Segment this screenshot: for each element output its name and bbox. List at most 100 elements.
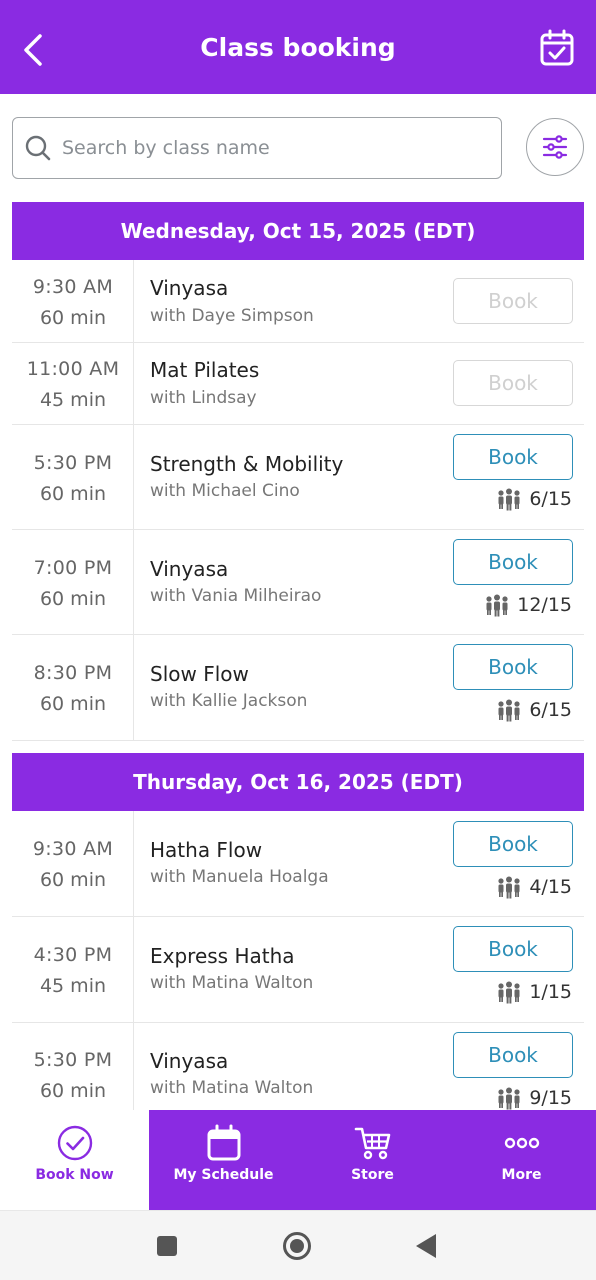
- class-instructor: with Manuela Hoalga: [150, 867, 329, 887]
- class-instructor: with Matina Walton: [150, 1078, 314, 1098]
- capacity-count: 6/15: [529, 488, 572, 510]
- class-row: 7:00 PM 60 min Vinyasa with Vania Milhei…: [12, 530, 584, 635]
- capacity-indicator: 9/15: [496, 1086, 572, 1110]
- book-button[interactable]: Book: [453, 539, 573, 585]
- time-column: [12, 917, 134, 1022]
- recent-apps-button[interactable]: [156, 1235, 178, 1261]
- class-row: 4:30 PM 45 min Express Hatha with Matina…: [12, 917, 584, 1023]
- search-input[interactable]: [62, 137, 482, 159]
- capacity-count: 12/15: [517, 594, 572, 616]
- time-column: [12, 260, 134, 342]
- class-time: 11:00 AM: [26, 358, 120, 380]
- home-circle-icon: [283, 1232, 311, 1260]
- system-nav-bar: [0, 1210, 596, 1280]
- book-button[interactable]: Book: [453, 644, 573, 690]
- tab-label: My Schedule: [173, 1167, 274, 1183]
- class-name: Express Hatha: [150, 944, 295, 968]
- capacity-count: 1/15: [529, 981, 572, 1003]
- class-duration: 60 min: [39, 588, 107, 610]
- people-icon: [498, 488, 520, 511]
- class-time: 5:30 PM: [33, 1049, 113, 1071]
- people-icon: [486, 594, 508, 617]
- book-button[interactable]: Book: [453, 1032, 573, 1078]
- search-icon: [25, 135, 51, 161]
- book-button[interactable]: Book: [453, 434, 573, 480]
- class-instructor: with Daye Simpson: [150, 306, 314, 326]
- capacity-indicator: 4/15: [496, 875, 572, 899]
- class-duration: 60 min: [39, 1080, 107, 1102]
- back-nav-button[interactable]: [414, 1233, 438, 1263]
- book-button[interactable]: Book: [453, 926, 573, 972]
- class-name: Strength & Mobility: [150, 452, 344, 476]
- time-column: [12, 425, 134, 529]
- class-instructor: with Michael Cino: [150, 481, 300, 501]
- home-button[interactable]: [282, 1231, 312, 1265]
- class-row: 11:00 AM 45 min Mat Pilates with Lindsay…: [12, 343, 584, 425]
- class-duration: 60 min: [39, 869, 107, 891]
- class-instructor: with Lindsay: [150, 388, 257, 408]
- square-icon: [157, 1236, 177, 1256]
- capacity-indicator: 1/15: [496, 980, 572, 1004]
- capacity-count: 4/15: [529, 876, 572, 898]
- book-button: Book: [453, 360, 573, 406]
- class-row: 9:30 AM 60 min Hatha Flow with Manuela H…: [12, 811, 584, 917]
- capacity-indicator: 6/15: [496, 487, 572, 511]
- capacity-count: 6/15: [529, 699, 572, 721]
- people-icon: [498, 876, 520, 899]
- time-column: [12, 530, 134, 634]
- tab-book-now[interactable]: Book Now: [0, 1110, 149, 1210]
- tab-label: Book Now: [35, 1167, 114, 1183]
- tab-label: More: [501, 1167, 542, 1183]
- triangle-back-icon: [416, 1234, 436, 1258]
- class-row: 8:30 PM 60 min Slow Flow with Kallie Jac…: [12, 635, 584, 741]
- more-dots-icon: [504, 1137, 540, 1149]
- class-row: 9:30 AM 60 min Vinyasa with Daye Simpson…: [12, 260, 584, 343]
- class-name: Mat Pilates: [150, 358, 260, 382]
- class-name: Vinyasa: [150, 557, 229, 581]
- calendar-check-button[interactable]: [538, 28, 576, 68]
- cart-icon: [354, 1127, 391, 1160]
- class-time: 4:30 PM: [33, 944, 113, 966]
- time-column: [12, 635, 134, 740]
- tab-more[interactable]: More: [447, 1110, 596, 1210]
- class-time: 7:00 PM: [33, 557, 113, 579]
- people-icon: [498, 981, 520, 1004]
- class-time: 9:30 AM: [32, 276, 114, 298]
- class-duration: 60 min: [39, 483, 107, 505]
- class-name: Vinyasa: [150, 276, 229, 300]
- people-icon: [498, 699, 520, 722]
- day-header: Thursday, Oct 16, 2025 (EDT): [12, 753, 584, 811]
- page-title: Class booking: [200, 33, 396, 62]
- app-header: Class booking: [0, 0, 596, 94]
- time-column: [12, 343, 134, 424]
- class-time: 8:30 PM: [33, 662, 113, 684]
- time-column: [12, 811, 134, 916]
- class-name: Slow Flow: [150, 662, 249, 686]
- filter-sliders-icon: [542, 135, 568, 159]
- tab-store[interactable]: Store: [298, 1110, 447, 1210]
- calendar-check-icon: [540, 29, 574, 66]
- class-time: 5:30 PM: [33, 452, 113, 474]
- capacity-indicator: 12/15: [484, 593, 572, 617]
- bottom-tab-bar: Book Now My Schedule Store More: [0, 1110, 596, 1210]
- book-button[interactable]: Book: [453, 821, 573, 867]
- class-duration: 60 min: [39, 693, 107, 715]
- class-time: 9:30 AM: [32, 838, 114, 860]
- search-box: [12, 117, 502, 179]
- day-header: Wednesday, Oct 15, 2025 (EDT): [12, 202, 584, 260]
- check-circle-icon: [57, 1125, 93, 1161]
- calendar-icon: [207, 1124, 241, 1161]
- class-instructor: with Vania Milheirao: [150, 586, 322, 606]
- tab-label: Store: [351, 1167, 394, 1183]
- class-duration: 45 min: [39, 389, 107, 411]
- class-duration: 60 min: [39, 307, 107, 329]
- capacity-count: 9/15: [529, 1087, 572, 1109]
- capacity-indicator: 6/15: [496, 698, 572, 722]
- class-duration: 45 min: [39, 975, 107, 997]
- class-instructor: with Kallie Jackson: [150, 691, 308, 711]
- tab-my-schedule[interactable]: My Schedule: [149, 1110, 298, 1210]
- filter-button[interactable]: [526, 118, 584, 176]
- class-row: 5:30 PM 60 min Strength & Mobility with …: [12, 425, 584, 530]
- class-instructor: with Matina Walton: [150, 973, 314, 993]
- people-icon: [498, 1087, 520, 1110]
